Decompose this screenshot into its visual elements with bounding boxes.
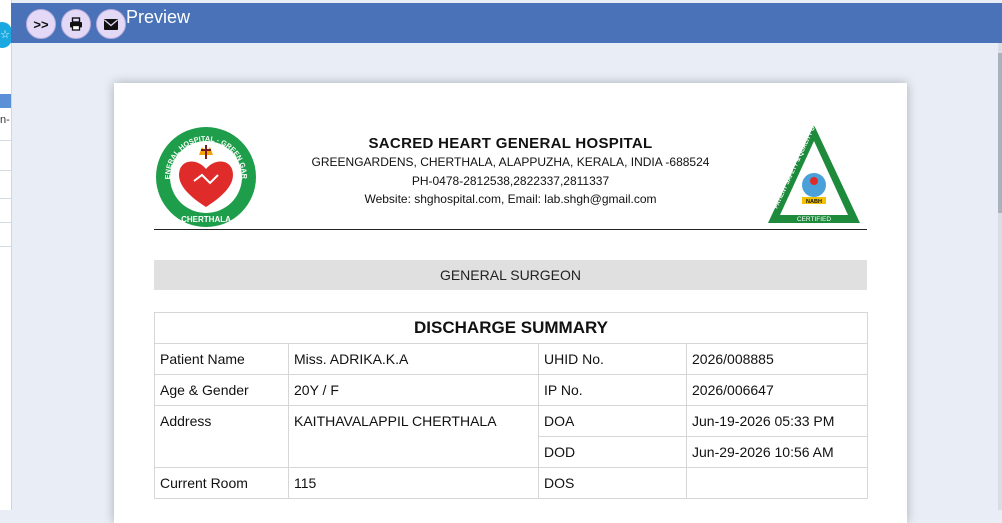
background-app-text: n-: [0, 114, 10, 126]
table-row: Patient Name Miss. ADRIKA.K.A UHID No. 2…: [154, 343, 868, 375]
preview-title: Preview: [126, 7, 191, 27]
address-label: Address: [154, 405, 289, 468]
patient-name-value: Miss. ADRIKA.K.A: [288, 343, 539, 375]
background-app-bar: [0, 94, 11, 108]
dod-label: DOD: [538, 436, 687, 468]
header-divider: [154, 229, 867, 230]
table-row: Current Room 115 DOS: [154, 467, 868, 499]
summary-title: DISCHARGE SUMMARY: [154, 312, 868, 344]
department-banner: GENERAL SURGEON: [154, 260, 867, 290]
dos-label: DOS: [538, 467, 687, 499]
age-gender-value: 20Y / F: [288, 374, 539, 406]
expand-label: >>: [33, 16, 49, 32]
nabh-certified-text: CERTIFIED: [797, 216, 831, 223]
divider: [0, 170, 11, 171]
document-page: S.H.GENERAL HOSPITAL · GREEN GARDENS CHE…: [114, 83, 907, 523]
print-button[interactable]: [61, 9, 91, 39]
room-value: 115: [288, 467, 539, 499]
background-app-sliver: ☆ n-: [0, 0, 12, 510]
dos-value: [686, 467, 868, 499]
divider: [0, 246, 11, 247]
uhid-value: 2026/008885: [686, 343, 868, 375]
age-gender-label: Age & Gender: [154, 374, 289, 406]
hospital-header: SACRED HEART GENERAL HOSPITAL GREENGARDE…: [274, 135, 747, 209]
ip-label: IP No.: [538, 374, 687, 406]
preview-toolbar: >> Preview: [11, 3, 1002, 43]
hospital-web: Website: shghospital.com, Email: lab.shg…: [364, 192, 657, 206]
print-icon: [70, 17, 82, 31]
divider: [0, 140, 11, 141]
ip-value: 2026/006647: [686, 374, 868, 406]
hospital-name: SACRED HEART GENERAL HOSPITAL: [368, 135, 653, 152]
hospital-phone: PH-0478-2812538,2822337,2811337: [411, 173, 610, 188]
seal-ring-bottom-text: CHERTHALA: [181, 215, 231, 224]
table-row: Age & Gender 20Y / F IP No. 2026/006647: [154, 374, 868, 406]
divider: [0, 198, 11, 199]
doa-label: DOA: [538, 405, 687, 437]
dod-value: Jun-29-2026 10:56 AM: [686, 436, 868, 468]
nabh-logo: PATIENT SAFETY & QUALITY OF CARE NABH CE…: [768, 123, 860, 223]
hospital-address: GREENGARDENS, CHERTHALA, ALAPPUZHA, KERA…: [311, 155, 710, 169]
nabh-acronym: NABH: [806, 199, 822, 205]
address-value: KAITHAVALAPPIL CHERTHALA: [288, 405, 539, 468]
uhid-label: UHID No.: [538, 343, 687, 375]
scrollbar[interactable]: [998, 43, 1002, 510]
expand-button[interactable]: >>: [26, 9, 56, 39]
hospital-seal-logo: S.H.GENERAL HOSPITAL · GREEN GARDENS CHE…: [154, 125, 256, 227]
table-row: Address KAITHAVALAPPIL CHERTHALA DOA Jun…: [154, 405, 868, 468]
doa-value: Jun-19-2026 05:33 PM: [686, 405, 868, 437]
envelope-icon: [104, 18, 118, 30]
scrollbar-thumb[interactable]: [998, 53, 1002, 213]
patient-name-label: Patient Name: [154, 343, 289, 375]
email-button[interactable]: [96, 9, 126, 39]
discharge-summary-table: DISCHARGE SUMMARY Patient Name Miss. ADR…: [154, 312, 868, 499]
divider: [0, 222, 11, 223]
room-label: Current Room: [154, 467, 289, 499]
